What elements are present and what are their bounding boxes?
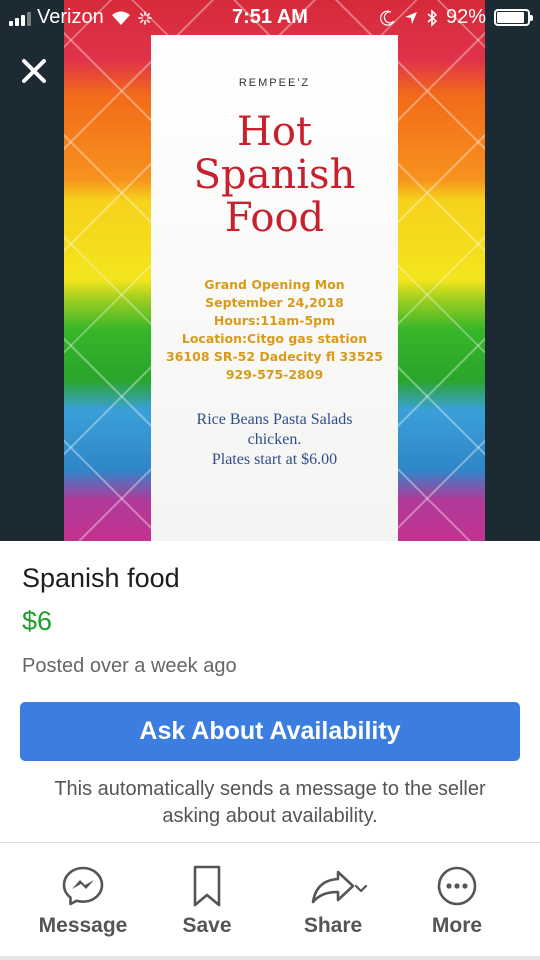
action-label: More [431, 914, 483, 937]
bluetooth-icon [427, 8, 438, 27]
flyer-detail-line: Hours:11am-5pm [213, 313, 336, 328]
flyer-detail-line: 929-575-2809 [225, 367, 324, 382]
listing-title: Spanish food [22, 563, 180, 593]
note-line: This automatically sends a message to th… [54, 778, 486, 800]
messenger-icon [62, 866, 104, 906]
divider [0, 842, 540, 843]
action-label: Message [38, 914, 128, 937]
action-label: Save [182, 914, 232, 937]
flyer-menu-line: Plates start at $6.00 [211, 451, 338, 468]
flyer-brand: REMPEE'Z [238, 77, 311, 89]
posted-time: Posted over a week ago [22, 655, 237, 677]
more-button[interactable]: More [397, 860, 517, 938]
battery-percent: 92% [445, 6, 486, 28]
availability-note: This automatically sends a message to th… [20, 776, 520, 830]
ask-availability-button[interactable]: Ask About Availability [20, 702, 520, 761]
moon-icon [379, 10, 395, 26]
flyer-title-line: Hot [236, 109, 313, 155]
flyer-detail-line: Grand Opening Mon [204, 277, 345, 292]
bookmark-icon [193, 865, 221, 907]
share-button[interactable]: Share [273, 860, 393, 938]
flyer-detail-line: September 24,2018 [205, 295, 344, 310]
more-icon [437, 866, 477, 906]
flyer-menu-line: chicken. [247, 431, 302, 448]
flyer-title-line: Food [224, 195, 325, 241]
flyer-details: Grand Opening Mon September 24,2018 Hour… [151, 276, 398, 384]
flyer-menu: Rice Beans Pasta Salads chicken. Plates … [151, 410, 398, 470]
close-icon [22, 59, 46, 83]
battery-fill [497, 12, 525, 23]
flyer-detail-line: Location:Citgo gas station [181, 331, 368, 346]
close-button[interactable] [18, 55, 50, 87]
save-button[interactable]: Save [147, 860, 267, 938]
flyer-title-line: Spanish [193, 152, 356, 198]
flyer-menu-line: Rice Beans Pasta Salads [196, 411, 353, 428]
battery-icon [494, 9, 533, 26]
home-indicator-bar [0, 956, 540, 960]
flyer-title: Hot Spanish Food [151, 111, 398, 240]
status-right: 92% [379, 6, 533, 29]
location-arrow-icon [404, 11, 417, 24]
note-line: asking about availability. [162, 805, 378, 827]
flyer-detail-line: 36108 SR-52 Dadecity fl 33525 [166, 349, 383, 364]
listing-photo[interactable]: REMPEE'Z Hot Spanish Food Grand Opening … [0, 0, 540, 541]
message-button[interactable]: Message [23, 860, 143, 938]
flyer: REMPEE'Z Hot Spanish Food Grand Opening … [151, 35, 398, 541]
status-bar: Verizon 7:51 AM 92% [0, 0, 540, 36]
action-bar: Message Save Share More [0, 860, 540, 950]
share-icon [311, 870, 368, 904]
action-label: Share [303, 914, 363, 937]
listing-price: $6 [22, 606, 53, 636]
